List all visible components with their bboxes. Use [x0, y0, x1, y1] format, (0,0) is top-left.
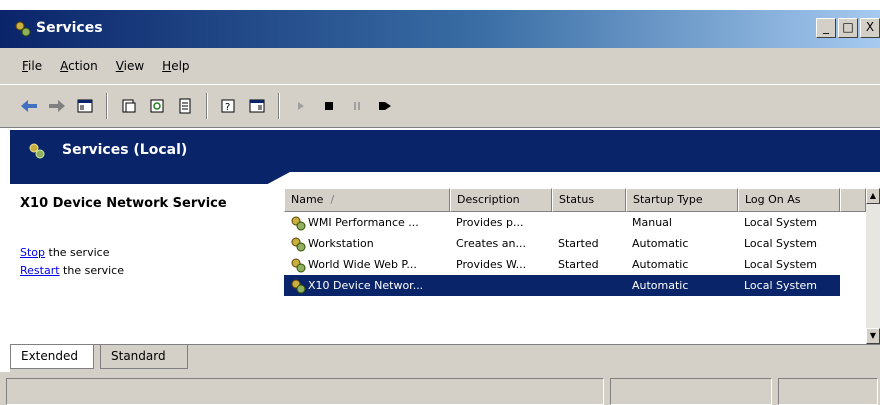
column-description[interactable]: Description: [450, 188, 552, 212]
menu-file[interactable]: File: [22, 59, 42, 73]
selected-service-name: X10 Device Network Service: [20, 196, 227, 211]
gear-service-icon: [291, 279, 306, 293]
column-status[interactable]: Status: [552, 188, 626, 212]
status-bar: [0, 372, 880, 405]
cell-description: Provides p...: [456, 216, 524, 229]
cell-log-on-as: Local System: [744, 258, 818, 271]
pause-icon[interactable]: [346, 95, 368, 117]
tab-standard[interactable]: Standard: [100, 345, 188, 369]
cell-log-on-as: Local System: [744, 279, 818, 292]
scope-header-tab: [10, 172, 290, 184]
status-pane-2: [610, 378, 772, 405]
cell-status: Started: [558, 258, 599, 271]
title-bar: Services _ □ X: [0, 10, 880, 48]
show-hide-console-tree-icon[interactable]: [74, 95, 96, 117]
stop-service-link[interactable]: Stop: [20, 246, 45, 259]
column-spacer: [840, 188, 866, 212]
column-startup-type[interactable]: Startup Type: [626, 188, 738, 212]
scroll-up-icon[interactable]: ▲: [866, 188, 880, 204]
maximize-button[interactable]: □: [838, 18, 858, 38]
scope-title: Services (Local): [62, 142, 188, 158]
services-icon: [29, 143, 45, 159]
stop-action-line: Stop the service: [20, 246, 110, 259]
restart-action-line: Restart the service: [20, 264, 124, 277]
table-row[interactable]: X10 Device Networ... Automatic Local Syste…: [284, 275, 866, 296]
menu-view[interactable]: View: [116, 59, 144, 73]
window-title: Services: [36, 20, 103, 36]
gear-service-icon: [291, 237, 306, 251]
toolbar-separator: [106, 93, 108, 119]
tab-extended[interactable]: Extended: [10, 345, 94, 369]
cell-status: Started: [558, 237, 599, 250]
toolbar: ?: [0, 84, 880, 128]
close-button[interactable]: X: [860, 18, 880, 38]
console-icon[interactable]: [246, 95, 268, 117]
cell-log-on-as: Local System: [744, 237, 818, 250]
cell-description: Creates an...: [456, 237, 526, 250]
list-header: Name / Description Status Startup Type L…: [284, 188, 866, 212]
column-log-on-as[interactable]: Log On As: [738, 188, 840, 212]
toolbar-separator: [278, 93, 280, 119]
table-row[interactable]: World Wide Web P... Provides W... Started A…: [284, 254, 866, 275]
back-icon[interactable]: [18, 95, 40, 117]
gear-service-icon: [291, 258, 306, 272]
cell-startup-type: Automatic: [632, 279, 689, 292]
menu-action[interactable]: Action: [60, 59, 98, 73]
scroll-down-icon[interactable]: ▼: [866, 328, 880, 344]
view-tabs: Extended Standard: [10, 344, 880, 372]
scope-header: Services (Local): [10, 130, 880, 172]
toolbar-separator: [206, 93, 208, 119]
list-body: WMI Performance ... Provides p... Manual Lo…: [284, 212, 866, 296]
cell-startup-type: Automatic: [632, 237, 689, 250]
help-icon[interactable]: ?: [218, 95, 240, 117]
cell-name: WMI Performance ...: [284, 215, 450, 231]
status-pane-3: [778, 378, 878, 405]
restart-icon[interactable]: [374, 95, 396, 117]
refresh-icon[interactable]: [146, 95, 168, 117]
services-icon: [15, 21, 31, 37]
restart-service-link[interactable]: Restart: [20, 264, 60, 277]
properties-icon[interactable]: [118, 95, 140, 117]
gear-service-icon: [291, 216, 306, 230]
cell-description: Provides W...: [456, 258, 527, 271]
minimize-button[interactable]: _: [816, 18, 836, 38]
column-name[interactable]: Name /: [284, 188, 450, 212]
cell-name: Workstation: [284, 236, 450, 252]
cell-log-on-as: Local System: [744, 216, 818, 229]
vertical-scrollbar[interactable]: ▲ ▼: [866, 188, 880, 344]
cell-startup-type: Manual: [632, 216, 672, 229]
cell-name: X10 Device Networ...: [284, 278, 450, 294]
status-pane-main: [6, 378, 604, 405]
table-row[interactable]: Workstation Creates an... Started Automatic…: [284, 233, 866, 254]
stop-icon[interactable]: [318, 95, 340, 117]
menu-help[interactable]: Help: [162, 59, 189, 73]
table-row[interactable]: WMI Performance ... Provides p... Manual Lo…: [284, 212, 866, 233]
cell-startup-type: Automatic: [632, 258, 689, 271]
forward-icon[interactable]: [46, 95, 68, 117]
menu-bar: File Action View Help: [0, 48, 880, 84]
export-list-icon[interactable]: [174, 95, 196, 117]
service-details-pane: X10 Device Network Service Stop the serv…: [10, 184, 280, 344]
services-list[interactable]: Name / Description Status Startup Type L…: [284, 188, 866, 344]
svg-text:?: ?: [225, 102, 230, 113]
play-icon[interactable]: [290, 95, 312, 117]
cell-name: World Wide Web P...: [284, 257, 450, 273]
